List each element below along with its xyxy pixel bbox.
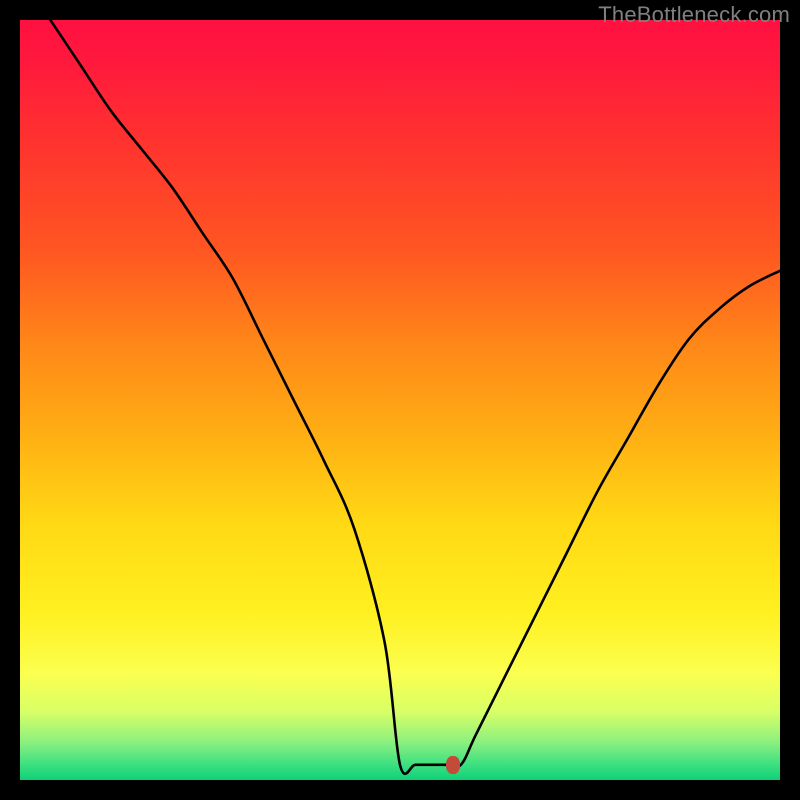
minimum-marker-icon — [446, 756, 460, 774]
chart-container: TheBottleneck.com — [0, 0, 800, 800]
plot-area — [20, 20, 780, 780]
bottleneck-curve — [50, 20, 780, 774]
watermark-text: TheBottleneck.com — [598, 2, 790, 28]
curve-svg — [20, 20, 780, 780]
